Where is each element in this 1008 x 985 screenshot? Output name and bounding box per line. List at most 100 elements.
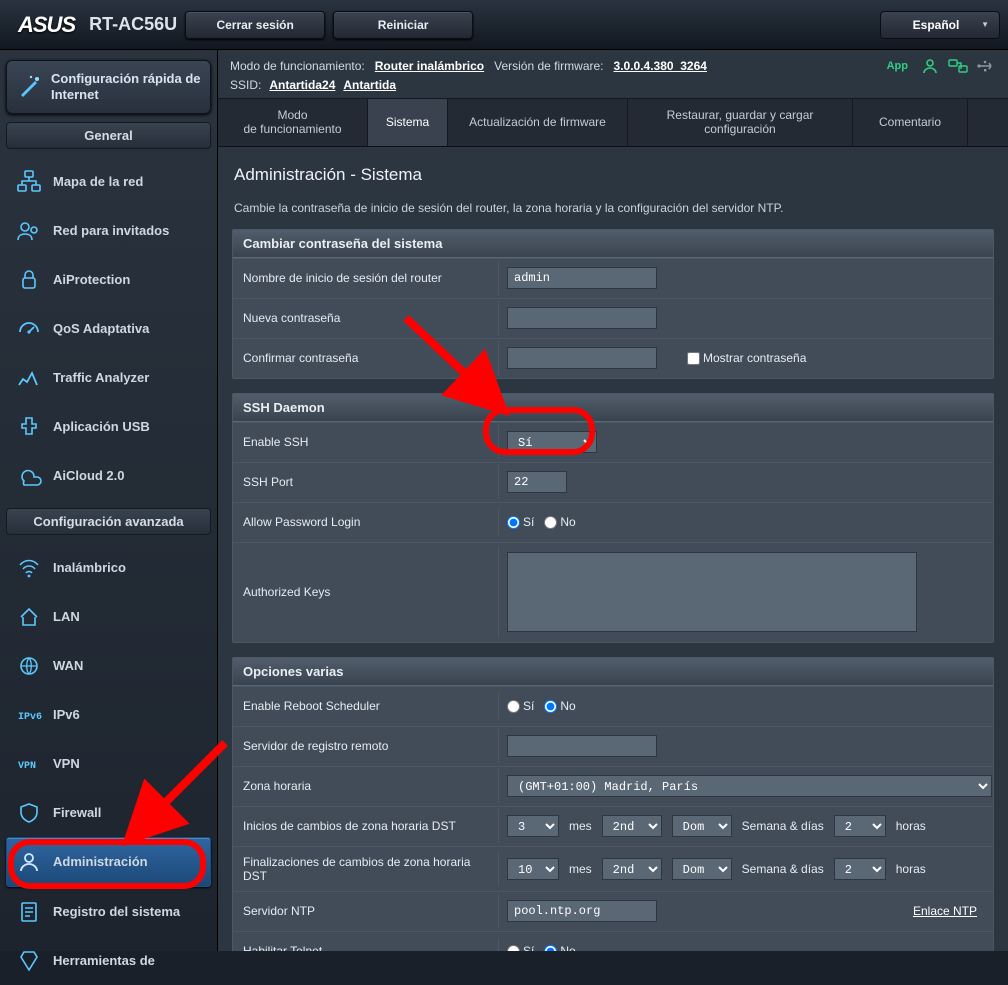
ntp-link[interactable]: Enlace NTP — [913, 904, 977, 918]
misc-panel: Opciones varias Enable Reboot Scheduler … — [232, 657, 994, 951]
dst-txt-hours1: horas — [896, 819, 926, 833]
dst-txt-wd1: Semana & días — [742, 819, 824, 833]
fw-label: Versión de firmware: — [494, 59, 603, 73]
sidebar-general-6[interactable]: AiCloud 2.0 — [6, 451, 211, 500]
ntp-server-label: Servidor NTP — [233, 896, 498, 926]
sidebar-advanced-8[interactable]: Herramientas de — [6, 936, 211, 985]
ssid1-link[interactable]: Antartida24 — [269, 78, 335, 92]
ssh-panel-title: SSH Daemon — [233, 394, 993, 422]
sidebar-advanced-5[interactable]: Firewall — [6, 788, 211, 837]
ntp-server-input[interactable] — [507, 900, 657, 922]
dst-end-week-select[interactable]: 2nd — [602, 858, 662, 880]
telnet-yes[interactable]: Sí — [507, 944, 534, 951]
dst-start-day-select[interactable]: Dom — [672, 815, 732, 837]
sidebar-advanced-label-3: IPv6 — [53, 707, 80, 723]
tab-1[interactable]: Sistema — [368, 99, 448, 146]
telnet-no[interactable]: No — [544, 944, 575, 951]
sidebar-advanced-icon-6 — [15, 848, 43, 876]
tab-3[interactable]: Restaurar, guardar y cargar configuració… — [628, 99, 853, 146]
sidebar-advanced-icon-2 — [15, 652, 43, 680]
fw-link[interactable]: 3.0.0.4.380_3264 — [614, 59, 707, 73]
ssh-port-input[interactable] — [507, 471, 567, 493]
telnet-label: Habilitar Telnet — [233, 936, 498, 951]
reboot-button[interactable]: Reiniciar — [333, 11, 473, 39]
language-select[interactable]: Español — [880, 11, 1000, 39]
reboot-sched-no[interactable]: No — [544, 699, 575, 713]
dst-end-hours-select[interactable]: 2 — [834, 858, 886, 880]
timezone-select[interactable]: (GMT+01:00) Madrid, París — [507, 775, 992, 797]
app-label: App — [887, 60, 908, 72]
info-line: Modo de funcionamiento: Router inalámbri… — [218, 50, 1008, 78]
sidebar-advanced-icon-0 — [15, 554, 43, 582]
auth-keys-label: Authorized Keys — [233, 577, 498, 607]
dst-start-month-select[interactable]: 3 — [507, 815, 559, 837]
ssh-panel: SSH Daemon Enable SSH Sí SSH Port Allow … — [232, 393, 994, 643]
new-password-input[interactable] — [507, 307, 657, 329]
nav-advanced: InalámbricoLAN WAN IPv6IPv6VPNVPN Firewall A… — [6, 543, 211, 985]
auth-keys-textarea[interactable] — [507, 552, 917, 632]
reboot-sched-yes[interactable]: Sí — [507, 699, 534, 713]
show-password-toggle[interactable]: Mostrar contraseña — [687, 351, 806, 365]
sidebar-advanced-label-8: Herramientas de — [53, 953, 155, 969]
sidebar-general-3[interactable]: QoS Adaptativa — [6, 304, 211, 353]
show-password-label: Mostrar contraseña — [703, 351, 806, 365]
dst-txt-month1: mes — [569, 819, 592, 833]
sidebar-general-icon-2 — [15, 266, 43, 294]
sidebar-general-0[interactable]: Mapa de la red — [6, 157, 211, 206]
sidebar-general-icon-6 — [15, 462, 43, 490]
status-icons: App — [887, 56, 996, 76]
ssid2-link[interactable]: Antartida — [343, 78, 396, 92]
usb-status-icon[interactable] — [976, 56, 996, 76]
dst-start-label: Inicios de cambios de zona horaria DST — [233, 811, 498, 841]
dst-end-month-select[interactable]: 10 — [507, 858, 559, 880]
page-title: Administración - Sistema — [232, 159, 994, 201]
topbar: ASUS RT-AC56U Cerrar sesión Reiniciar Es… — [0, 0, 1008, 50]
sidebar-advanced-label-2: WAN — [53, 658, 83, 674]
sidebar-general-5[interactable]: Aplicación USB — [6, 402, 211, 451]
mode-link[interactable]: Router inalámbrico — [375, 59, 484, 73]
confirm-password-input[interactable] — [507, 347, 657, 369]
show-password-checkbox[interactable] — [687, 352, 700, 365]
sidebar-advanced-icon-5 — [15, 799, 43, 827]
misc-panel-title: Opciones varias — [233, 658, 993, 686]
sidebar-advanced-3[interactable]: IPv6IPv6 — [6, 690, 211, 739]
dst-txt-hours2: horas — [896, 862, 926, 876]
password-panel-title: Cambiar contraseña del sistema — [233, 230, 993, 258]
tab-0[interactable]: Modo de funcionamiento — [218, 99, 368, 146]
dst-start-week-select[interactable]: 2nd — [602, 815, 662, 837]
main-area: Modo de funcionamiento: Router inalámbri… — [218, 50, 1008, 951]
sidebar-advanced-label-6: Administración — [53, 854, 148, 870]
sidebar-advanced-label-7: Registro del sistema — [53, 904, 180, 920]
sidebar-general-4[interactable]: Traffic Analyzer — [6, 353, 211, 402]
login-name-label: Nombre de inicio de sesión del router — [233, 263, 498, 293]
content: Administración - Sistema Cambie la contr… — [218, 147, 1008, 951]
sidebar-advanced-7[interactable]: Registro del sistema — [6, 887, 211, 936]
sidebar-general-2[interactable]: AiProtection — [6, 255, 211, 304]
login-name-input[interactable] — [507, 267, 657, 289]
sidebar-general-label-6: AiCloud 2.0 — [53, 468, 125, 484]
network-status-icon[interactable] — [948, 56, 968, 76]
user-status-icon[interactable] — [920, 56, 940, 76]
tab-4[interactable]: Comentario — [853, 99, 968, 146]
enable-ssh-select[interactable]: Sí — [507, 431, 597, 453]
allow-pwd-no[interactable]: No — [544, 515, 575, 529]
section-general-title: General — [6, 122, 211, 149]
sidebar-general-label-1: Red para invitados — [53, 223, 169, 239]
sidebar-advanced-icon-1 — [15, 603, 43, 631]
quick-setup-button[interactable]: Configuración rápida de Internet — [6, 60, 211, 114]
ssh-port-label: SSH Port — [233, 467, 498, 497]
sidebar-advanced-icon-4: VPN — [15, 750, 43, 778]
dst-start-hours-select[interactable]: 2 — [834, 815, 886, 837]
dst-end-day-select[interactable]: Dom — [672, 858, 732, 880]
sidebar-advanced-label-5: Firewall — [53, 805, 101, 821]
allow-pwd-yes[interactable]: Sí — [507, 515, 534, 529]
sidebar-advanced-0[interactable]: Inalámbrico — [6, 543, 211, 592]
sidebar-advanced-2[interactable]: WAN — [6, 641, 211, 690]
sidebar-advanced-6[interactable]: Administración — [6, 837, 211, 887]
sidebar-general-1[interactable]: Red para invitados — [6, 206, 211, 255]
log-server-input[interactable] — [507, 735, 657, 757]
sidebar-advanced-1[interactable]: LAN — [6, 592, 211, 641]
logout-button[interactable]: Cerrar sesión — [185, 11, 325, 39]
sidebar-advanced-4[interactable]: VPNVPN — [6, 739, 211, 788]
tab-2[interactable]: Actualización de firmware — [448, 99, 628, 146]
